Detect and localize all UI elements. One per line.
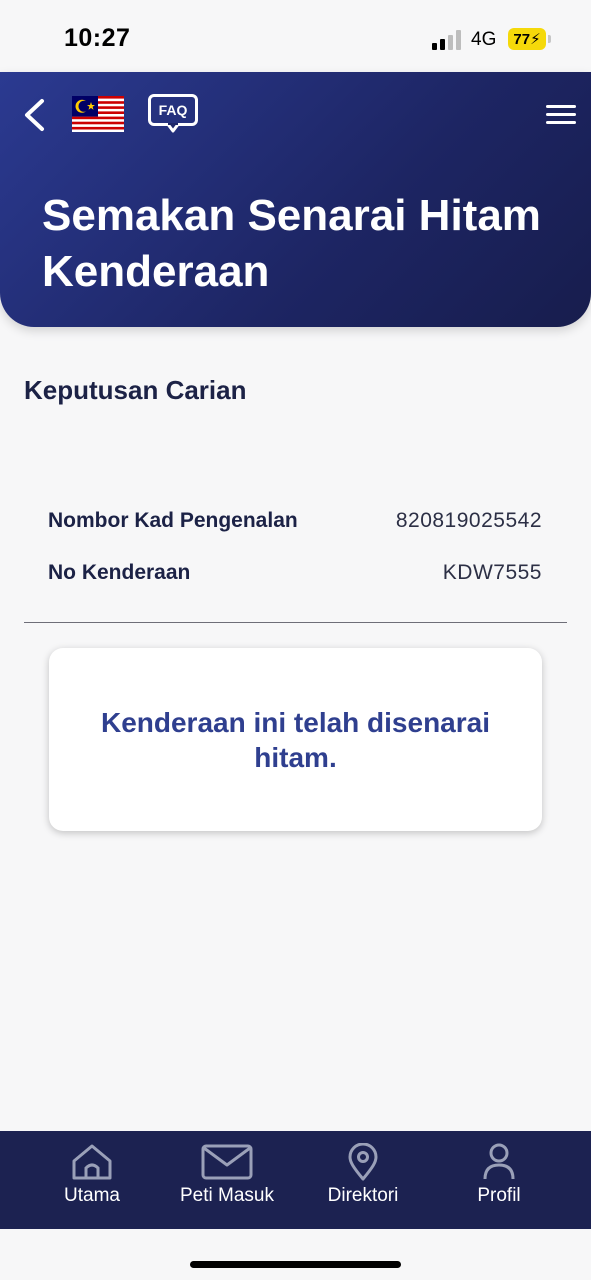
nav-item-peti-masuk[interactable]: Peti Masuk (157, 1131, 297, 1229)
divider (24, 622, 567, 623)
nav-item-direktori[interactable]: Direktori (293, 1131, 433, 1229)
nav-label: Profil (477, 1185, 521, 1206)
detail-value: 820819025542 (395, 509, 542, 532)
home-indicator[interactable] (190, 1261, 401, 1268)
result-message: Kenderaan ini telah disenarai hitam. (100, 706, 491, 773)
back-icon[interactable] (22, 98, 46, 132)
battery-tip (548, 35, 551, 43)
mail-icon (201, 1144, 253, 1180)
nav-label: Peti Masuk (180, 1185, 274, 1206)
bottom-nav: Utama Peti Masuk Direktori Profil (0, 1131, 591, 1229)
nav-item-utama[interactable]: Utama (22, 1131, 162, 1229)
hamburger-menu-icon[interactable] (546, 105, 576, 125)
battery-level: 77 ⚡ (508, 28, 546, 50)
faq-label: FAQ (148, 94, 198, 126)
malaysia-flag-icon[interactable] (72, 96, 124, 132)
detail-row-ic: Nombor Kad Pengenalan 820819025542 (48, 505, 542, 537)
home-icon (72, 1144, 112, 1180)
signal-icon (432, 30, 461, 50)
faq-bubble-tail (165, 123, 181, 133)
network-type: 4G (471, 29, 497, 50)
charging-bolt-icon: ⚡ (530, 31, 541, 48)
detail-value: KDW7555 (442, 561, 542, 584)
detail-row-vehicle: No Kenderaan KDW7555 (48, 557, 542, 589)
page-title: Semakan Senarai Hitam Kenderaan (42, 191, 541, 296)
detail-label: No Kenderaan (48, 561, 191, 584)
detail-label: Nombor Kad Pengenalan (48, 509, 298, 532)
nav-item-profil[interactable]: Profil (429, 1131, 569, 1229)
result-card: Kenderaan ini telah disenarai hitam. (49, 648, 542, 831)
section-heading: Keputusan Carian (24, 375, 247, 405)
page-header: FAQ Semakan Senarai Hitam Kenderaan (0, 72, 591, 327)
battery-percent: 77 (513, 30, 531, 48)
faq-icon[interactable]: FAQ (148, 94, 198, 134)
nav-label: Direktori (327, 1185, 399, 1206)
status-time: 10:27 (64, 24, 131, 52)
nav-label: Utama (64, 1185, 120, 1206)
person-icon (483, 1143, 515, 1180)
battery-icon: 77 ⚡ (508, 28, 552, 50)
status-bar: 10:27 4G 77 ⚡ (0, 0, 591, 72)
location-pin-icon (348, 1143, 378, 1181)
